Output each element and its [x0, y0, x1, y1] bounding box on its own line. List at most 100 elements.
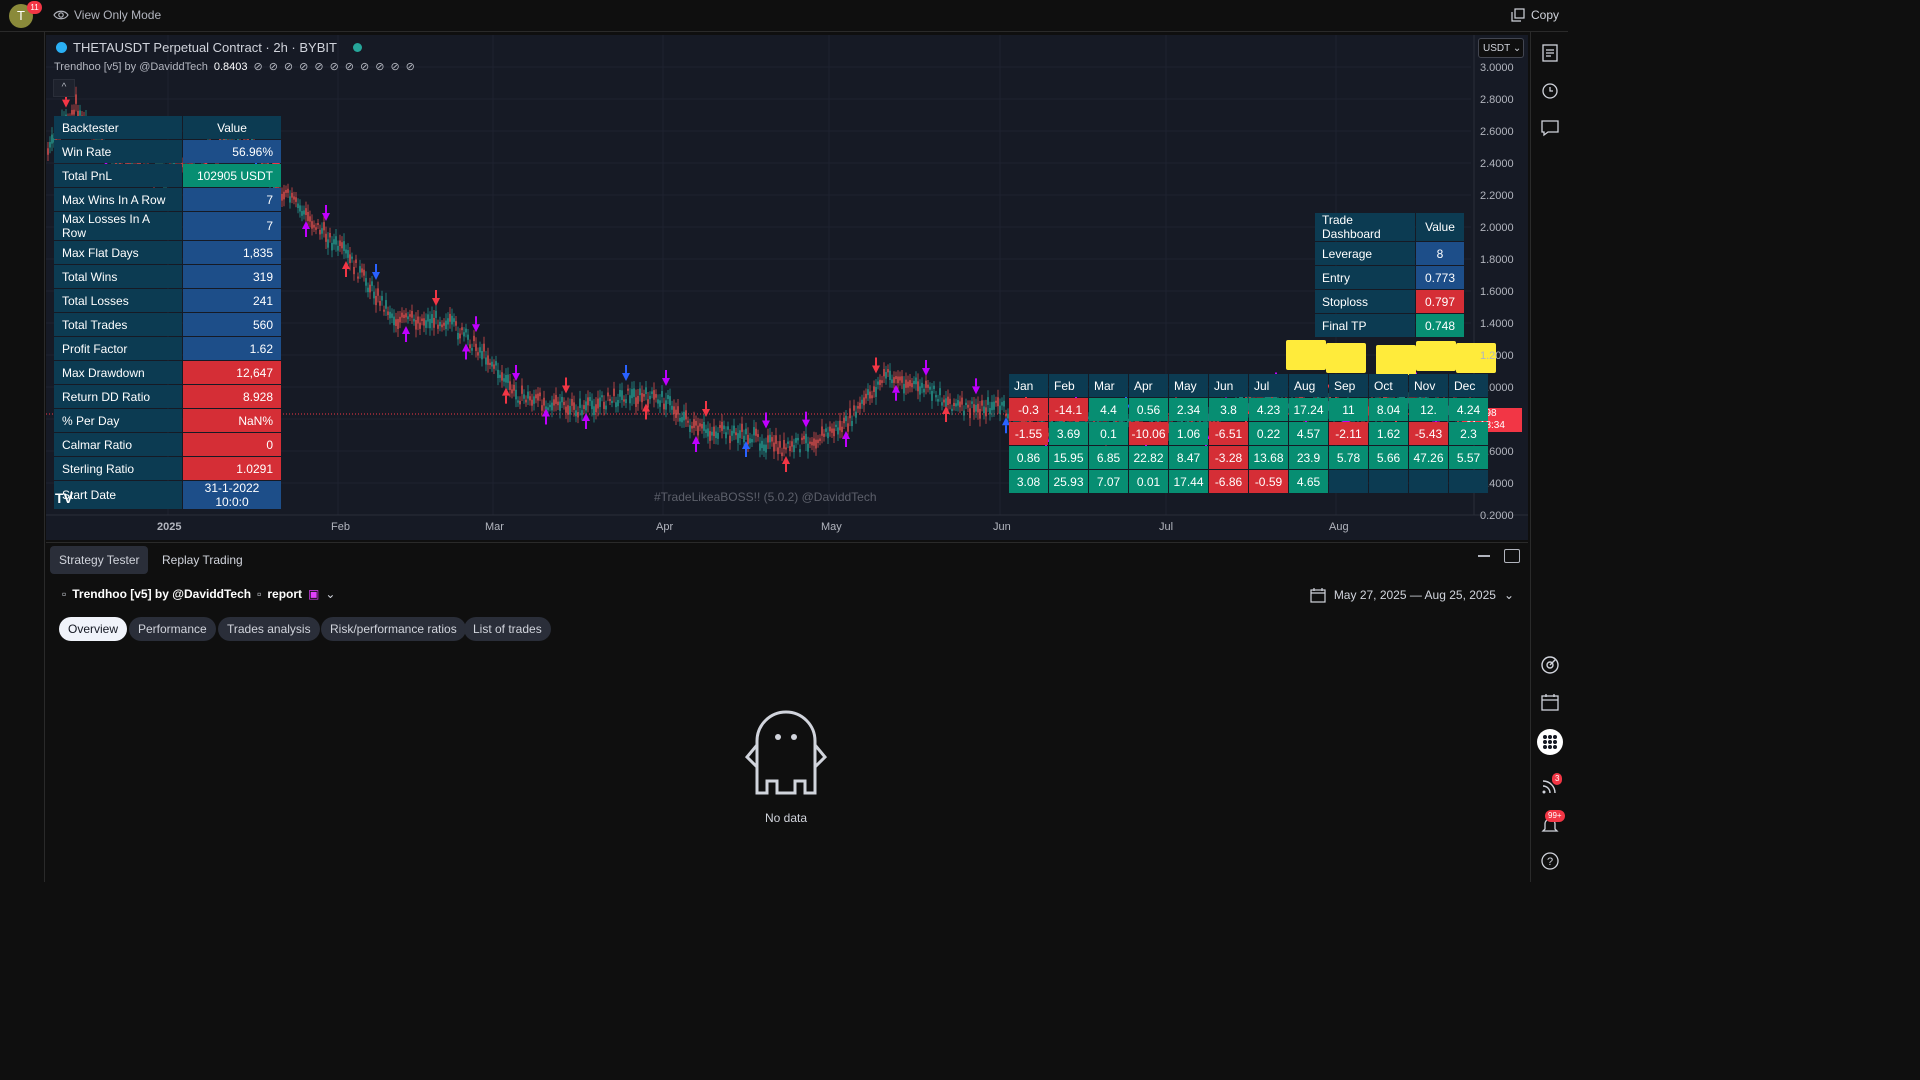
monthly-return-row: 0.86 15.95 6.85 22.82 8.47 -3.28 13.68 23.9 5.78… [1009, 446, 1488, 469]
broadcast-badge: 3 [1552, 773, 1563, 785]
subtab-trades-analysis[interactable]: Trades analysis [218, 617, 320, 641]
metric-name: Total Losses [54, 289, 182, 312]
monthly-returns-table: Jan Feb Mar Apr May Jun Jul Aug Sep Oct Nov Dec -0.3… [1008, 373, 1489, 494]
monthly-return-cell: 5.66 [1369, 446, 1408, 469]
backtester-row: Total Losses 241 [54, 289, 281, 312]
currency-select[interactable]: USDT ⌄ [1478, 38, 1524, 58]
dashboard-metric-name: Final TP [1315, 314, 1415, 337]
apps-grid-icon[interactable] [1537, 729, 1563, 755]
monthly-return-cell: 1.06 [1169, 422, 1208, 445]
metric-name: Start Date [54, 481, 182, 509]
dashboard-metric-value: 0.748 [1416, 314, 1464, 337]
backtester-row: Max Flat Days 1,835 [54, 241, 281, 264]
monthly-return-cell: 11 [1329, 398, 1368, 421]
subtab-overview[interactable]: Overview [59, 617, 128, 641]
price-tick-label: 1.8000 [1480, 254, 1514, 266]
metric-name: Profit Factor [54, 337, 182, 360]
table-header-row: Trade Dashboard Value [1315, 213, 1464, 241]
metric-name: Max Flat Days [54, 241, 182, 264]
strategy-tester-panel: Strategy Tester Replay Trading ▫ Trendho… [46, 542, 1528, 883]
month-header: Feb [1049, 374, 1088, 397]
metric-value: 1.0291 [183, 457, 281, 480]
backtester-row: Calmar Ratio 0 [54, 433, 281, 456]
metric-name: Total PnL [54, 164, 182, 187]
metric-name: Sterling Ratio [54, 457, 182, 480]
subtab-risk-performance-ratios[interactable]: Risk/performance ratios [321, 617, 466, 641]
monthly-return-cell: -2.11 [1329, 422, 1368, 445]
maximize-panel-button[interactable] [1504, 549, 1520, 563]
metric-value: 560 [183, 313, 281, 336]
tradingview-logo[interactable]: TV [55, 490, 73, 506]
calendar-icon[interactable] [1540, 693, 1560, 713]
monthly-return-cell: 4.65 [1289, 470, 1328, 493]
price-chart[interactable]: THETAUSDT Perpetual Contract · 2h · BYBI… [46, 35, 1528, 540]
metric-value: 7 [183, 212, 281, 240]
svg-text:?: ? [1547, 856, 1553, 868]
monthly-return-row: -1.55 3.69 0.1 -10.06 1.06 -6.51 0.22 4.57 -2.11… [1009, 422, 1488, 445]
monthly-return-cell: 8.47 [1169, 446, 1208, 469]
month-header: Nov [1409, 374, 1448, 397]
indicator-legend[interactable]: Trendhoo [v5] by @DaviddTech 0.8403 ⊘⊘⊘⊘… [54, 60, 421, 74]
date-range-selector[interactable]: May 27, 2025 — Aug 25, 2025 ⌄ [1310, 587, 1514, 603]
backtester-table: Backtester Value Win Rate 56.96% Total PnL… [53, 115, 282, 510]
monthly-return-cell: 15.95 [1049, 446, 1088, 469]
time-tick-label: May [821, 521, 842, 533]
chat-icon[interactable] [1540, 119, 1560, 139]
market-status-dot [352, 43, 362, 52]
metric-name: Max Losses In A Row [54, 212, 182, 240]
view-only-mode[interactable]: View Only Mode [53, 8, 161, 22]
strategy-watermark: #TradeLikeaBOSS!! (5.0.2) @DaviddTech [654, 490, 877, 504]
empty-state-message: No data [764, 811, 808, 825]
subtab-list-of-trades[interactable]: List of trades [464, 617, 551, 641]
notification-badge: 99+ [1545, 810, 1565, 822]
monthly-return-cell: 5.57 [1449, 446, 1488, 469]
monthly-return-cell [1329, 470, 1368, 493]
month-header: Aug [1289, 374, 1328, 397]
symbol-title[interactable]: THETAUSDT Perpetual Contract · 2h · BYBI… [56, 40, 362, 55]
monthly-return-cell: 22.82 [1129, 446, 1168, 469]
metric-value: 319 [183, 265, 281, 288]
monthly-return-cell: -10.06 [1129, 422, 1168, 445]
backtester-row: Return DD Ratio 8.928 [54, 385, 281, 408]
monthly-return-cell: 8.04 [1369, 398, 1408, 421]
metric-value: 102905 USDT [183, 164, 281, 187]
month-header: May [1169, 374, 1208, 397]
copy-label: Copy [1530, 8, 1559, 22]
monthly-return-cell: -6.51 [1209, 422, 1248, 445]
monthly-return-cell: -5.43 [1409, 422, 1448, 445]
checkbox-icon: ▫ [257, 587, 262, 601]
ghost-icon [744, 710, 828, 795]
monthly-return-cell [1409, 470, 1448, 493]
time-tick-label: 2025 [157, 521, 182, 533]
backtester-row: Profit Factor 1.62 [54, 337, 281, 360]
backtester-row: Max Drawdown 12,647 [54, 361, 281, 384]
metric-name: % Per Day [54, 409, 182, 432]
monthly-return-cell: 0.22 [1249, 422, 1288, 445]
price-tick-label: 2.4000 [1480, 158, 1514, 170]
monthly-return-cell: 3.8 [1209, 398, 1248, 421]
target-icon[interactable] [1540, 655, 1560, 675]
backtester-header: Backtester [54, 116, 182, 139]
monthly-return-row: -0.3 -14.1 4.4 0.56 2.34 3.8 4.23 17.24 11 8.04 12… [1009, 398, 1488, 421]
date-range-text: May 27, 2025 — Aug 25, 2025 [1333, 588, 1496, 602]
monthly-return-cell: 0.01 [1129, 470, 1168, 493]
subtab-performance[interactable]: Performance [129, 617, 216, 641]
help-icon[interactable]: ? [1540, 851, 1560, 871]
time-tick-label: Jun [993, 521, 1011, 533]
indicator-value: 0.8403 [213, 60, 248, 73]
trade-dashboard-row: Final TP 0.748 [1315, 314, 1464, 337]
collapse-legend-button[interactable]: ^ [53, 79, 75, 97]
monthly-return-cell: 5.78 [1329, 446, 1368, 469]
tab-strategy-tester[interactable]: Strategy Tester [50, 546, 149, 574]
avatar-letter: T [17, 8, 25, 23]
report-selector[interactable]: ▫ Trendhoo [v5] by @DaviddTech ▫ report … [62, 587, 335, 601]
monthly-return-cell: 4.23 [1249, 398, 1288, 421]
tab-replay-trading[interactable]: Replay Trading [153, 546, 252, 574]
watchlist-icon[interactable] [1540, 44, 1560, 64]
top-bar: T 11 View Only Mode Copy [0, 0, 1568, 32]
trade-dashboard-table: Trade Dashboard Value Leverage 8 Entry 0.77… [1314, 212, 1465, 338]
minimize-panel-button[interactable] [1478, 555, 1490, 557]
alarm-clock-icon[interactable] [1540, 81, 1560, 101]
copy-button[interactable]: Copy [1511, 8, 1559, 22]
monthly-return-cell [1449, 470, 1488, 493]
